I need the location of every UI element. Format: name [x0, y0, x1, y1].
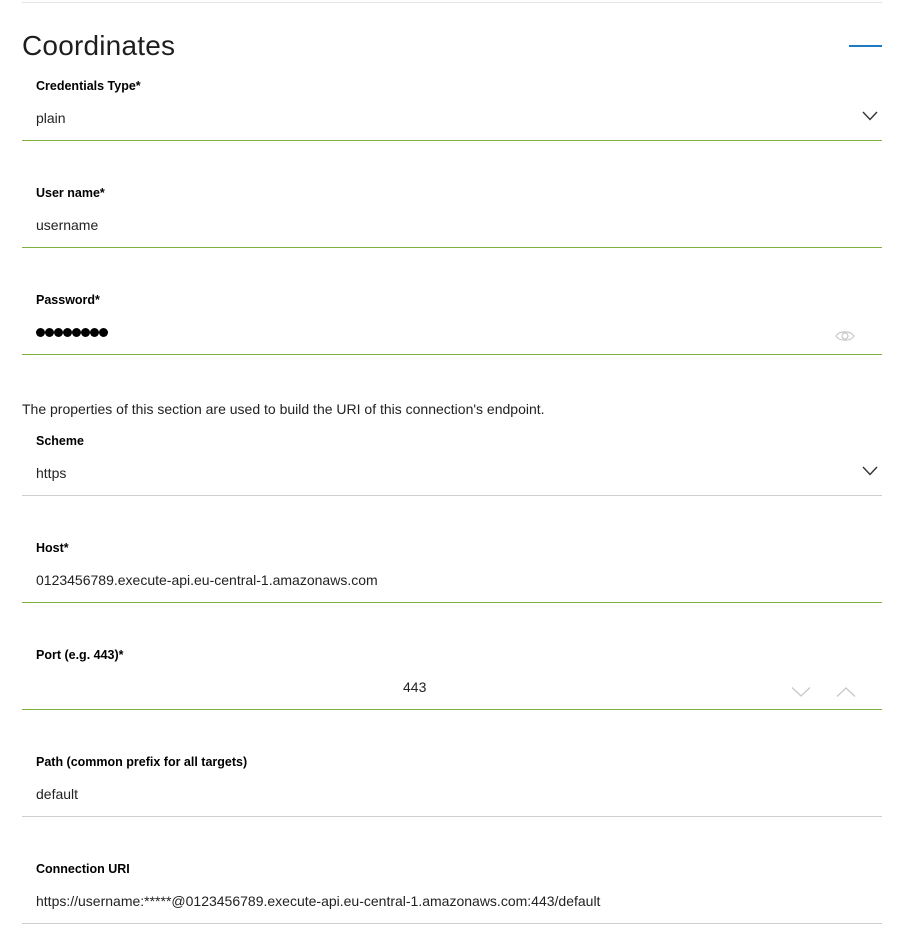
host-underline: [22, 602, 882, 603]
password-label: Password*: [36, 293, 100, 307]
user-name-label: User name*: [36, 186, 105, 200]
minus-icon: [849, 45, 882, 47]
port-field[interactable]: Port (e.g. 443)* 443: [22, 647, 882, 754]
chevron-down-icon[interactable]: [862, 111, 878, 121]
port-decrement-chevron-down-icon[interactable]: [791, 685, 811, 697]
scheme-underline: [22, 495, 882, 496]
password-underline: [22, 354, 882, 355]
connection-uri-label: Connection URI: [36, 862, 130, 876]
host-field[interactable]: Host* 0123456789.execute-api.eu-central-…: [22, 540, 882, 647]
top-divider: [22, 2, 882, 3]
host-input[interactable]: 0123456789.execute-api.eu-central-1.amaz…: [36, 570, 378, 590]
password-mask-dot: [72, 328, 81, 337]
path-field[interactable]: Path (common prefix for all targets) def…: [22, 754, 882, 861]
port-increment-chevron-up-icon[interactable]: [836, 685, 856, 697]
scheme-value: https: [36, 465, 67, 481]
password-mask-dot: [63, 328, 72, 337]
password-mask-dot: [81, 328, 90, 337]
user-name-underline: [22, 247, 882, 248]
section-helper-text: The properties of this section are used …: [22, 401, 545, 417]
chevron-down-icon[interactable]: [862, 466, 878, 476]
host-label: Host*: [36, 541, 69, 555]
eye-icon[interactable]: [835, 329, 855, 343]
user-name-field[interactable]: User name* username: [22, 185, 882, 292]
path-input[interactable]: default: [36, 784, 78, 804]
password-mask-dot: [36, 328, 45, 337]
connection-uri-value: https://username:*****@0123456789.execut…: [36, 893, 601, 909]
path-underline: [22, 816, 882, 817]
path-label: Path (common prefix for all targets): [36, 755, 248, 769]
connection-uri-underline: [22, 923, 882, 924]
password-mask-dot: [54, 328, 63, 337]
user-name-input[interactable]: username: [36, 215, 98, 235]
password-field[interactable]: Password*: [22, 292, 882, 399]
section-title: Coordinates: [22, 30, 176, 61]
credentials-type-select[interactable]: Credentials Type* plain: [22, 78, 882, 185]
port-underline: [22, 709, 882, 710]
connection-uri-field: Connection URI https://username:*****@01…: [22, 861, 882, 925]
password-mask-dot: [99, 328, 108, 337]
credentials-type-label: Credentials Type*: [36, 79, 141, 93]
port-label: Port (e.g. 443)*: [36, 648, 124, 662]
credentials-type-value: plain: [36, 110, 66, 126]
password-mask-dot: [90, 328, 99, 337]
scheme-select[interactable]: Scheme https: [22, 433, 882, 540]
credentials-type-underline: [22, 140, 882, 141]
scheme-label: Scheme: [36, 434, 84, 448]
port-input[interactable]: 443: [403, 677, 426, 697]
password-mask-dot: [45, 328, 54, 337]
password-input[interactable]: [36, 325, 108, 340]
collapse-section-button[interactable]: [849, 38, 883, 54]
